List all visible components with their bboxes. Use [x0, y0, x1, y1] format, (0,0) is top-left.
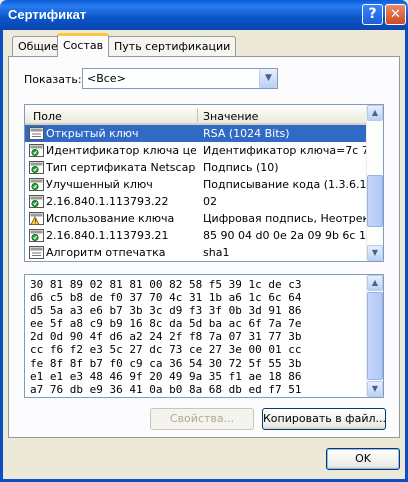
show-dropdown-value: <Все>	[87, 72, 126, 85]
list-row[interactable]: ! Использование ключа Цифровая подпись, Не…	[25, 210, 368, 227]
hex-line: e1 e1 e3 48 46 9f 20 49 9a 35 f1 ae 18 8…	[30, 369, 302, 383]
scroll-thumb[interactable]	[367, 175, 383, 227]
properties-button[interactable]: Свойства...	[150, 408, 254, 430]
show-label: Показать:	[24, 73, 82, 86]
row-field-name: 2.16.840.1.113793.22	[46, 195, 169, 208]
row-field-name: Идентификатор ключа це...	[46, 144, 196, 157]
row-field-name: Алгоритм отпечатка	[46, 246, 166, 259]
extension-icon	[29, 178, 44, 191]
field-doc-icon	[29, 246, 44, 259]
scroll-down-button[interactable]: ▼	[367, 245, 383, 261]
row-field-name: 2.16.840.1.113793.21	[46, 229, 169, 242]
row-field-value: 02	[203, 195, 217, 208]
hex-line: ee 5f a8 c9 b9 16 8c da 5d ba ac 6f 7a 7…	[30, 317, 302, 331]
list-row[interactable]: 2.16.840.1.113793.22 02	[25, 193, 368, 210]
row-field-name: Улучшенный ключ	[46, 178, 153, 191]
hex-line: fe 8f 8f b7 f0 c9 ca 36 54 30 72 5f 55 3…	[30, 356, 302, 370]
extension-icon	[29, 195, 44, 208]
copy-to-file-button[interactable]: Копировать в файл...	[262, 408, 386, 430]
scroll-up-button[interactable]: ▲	[367, 275, 383, 291]
hex-value-text: 30 81 89 02 81 81 00 82 58 f5 39 1c de c…	[30, 278, 302, 396]
list-rows: Открытый ключ RSA (1024 Bits) Идентификато…	[25, 125, 368, 261]
list-row[interactable]: Улучшенный ключ Подписывание кода (1.3.6.…	[25, 176, 368, 193]
list-row[interactable]: Идентификатор ключа це... Идентификатор к…	[25, 142, 368, 159]
list-row[interactable]: Открытый ключ RSA (1024 Bits)	[25, 125, 368, 142]
hex-line: 2d 0d 90 4f d6 a2 24 2f f8 7a 07 31 77 3…	[30, 330, 302, 344]
extension-icon	[29, 161, 44, 174]
row-field-value: RSA (1024 Bits)	[203, 127, 290, 140]
tab-certification-path[interactable]: Путь сертификации	[108, 36, 237, 56]
fields-list[interactable]: Поле Значение Открытый ключ RSA (1024 Bit…	[24, 104, 384, 262]
hex-line: 30 81 89 02 81 81 00 82 58 f5 39 1c de c…	[30, 278, 302, 291]
field-doc-icon	[29, 127, 44, 140]
column-header-value[interactable]: Значение	[203, 110, 258, 123]
tab-general[interactable]: Общие	[12, 36, 64, 56]
extension-icon	[29, 229, 44, 242]
hex-line: a7 76 db e9 36 41 0a b0 8a 68 db ed f7 5…	[30, 382, 302, 396]
chevron-down-icon[interactable]: ▼	[259, 69, 277, 88]
hex-line: cc f6 f2 e3 5c 27 dc 73 ce 27 3e 00 01 c…	[30, 343, 302, 357]
tab-details[interactable]: Состав	[57, 33, 110, 57]
list-row[interactable]: Тип сертификата Netscape Подпись (10)	[25, 159, 368, 176]
scroll-up-button[interactable]: ▲	[367, 105, 383, 121]
show-dropdown[interactable]: <Все> ▼	[82, 68, 278, 89]
column-divider[interactable]	[197, 108, 198, 122]
list-scrollbar[interactable]: ▲ ▼	[366, 105, 383, 261]
details-scrollbar[interactable]: ▲ ▼	[366, 275, 383, 397]
list-row[interactable]: 2.16.840.1.113793.21 85 90 04 d0 0e 2a 09…	[25, 227, 368, 244]
extension-icon	[29, 144, 44, 157]
window-title: Сертификат	[8, 7, 87, 22]
row-field-value: Подписывание кода (1.3.6.1....	[203, 178, 367, 191]
value-details-box[interactable]: 30 81 89 02 81 81 00 82 58 f5 39 1c de c…	[24, 274, 384, 398]
row-field-value: Цифровая подпись, Неотрек...	[203, 212, 367, 225]
column-header-field[interactable]: Поле	[33, 110, 62, 123]
row-field-name: Открытый ключ	[46, 127, 139, 140]
row-field-value: Идентификатор ключа=7c 7...	[203, 144, 367, 157]
title-bar: Сертификат ? ✕	[0, 0, 408, 30]
svg-text:!: !	[34, 219, 36, 225]
row-field-name: Использование ключа	[46, 212, 175, 225]
row-field-value: sha1	[203, 246, 230, 259]
close-button[interactable]: ✕	[385, 4, 406, 25]
scroll-down-button[interactable]: ▼	[367, 381, 383, 397]
ok-button[interactable]: OK	[326, 448, 400, 470]
row-field-value: 85 90 04 d0 0e 2a 09 9b 6c 19...	[203, 229, 367, 242]
hex-line: d5 5a a3 e6 b7 3b 3c d9 f3 3f 0b 3d 91 8…	[30, 304, 302, 318]
scroll-thumb[interactable]	[367, 292, 383, 380]
list-row[interactable]: Алгоритм отпечатка sha1	[25, 244, 368, 261]
row-field-value: Подпись (10)	[203, 161, 279, 174]
hex-line: d6 c5 b8 de f0 37 70 4c 31 1b a6 1c 6c 6…	[30, 291, 302, 305]
help-button[interactable]: ?	[362, 4, 383, 25]
warning-extension-icon: !	[29, 212, 44, 226]
list-header: Поле Значение	[25, 105, 368, 125]
row-field-name: Тип сертификата Netscape	[46, 161, 196, 174]
